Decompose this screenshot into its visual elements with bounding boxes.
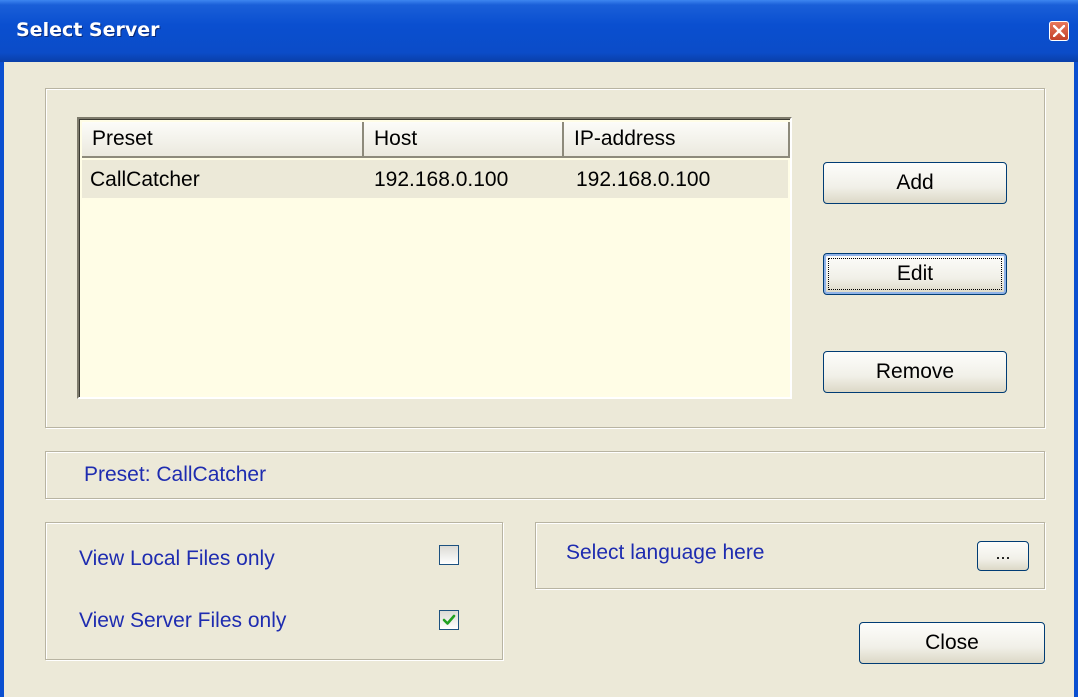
add-button-label: Add — [896, 171, 934, 194]
browse-language-button[interactable]: ... — [977, 541, 1029, 571]
column-header-ip-address[interactable]: IP-address — [564, 122, 790, 158]
view-server-files-checkbox[interactable] — [439, 610, 459, 630]
window-close-button[interactable] — [1049, 21, 1069, 41]
close-button[interactable]: Close — [859, 622, 1045, 664]
view-local-files-label: View Local Files only — [79, 547, 275, 570]
window-title: Select Server — [16, 19, 160, 41]
file-view-options-group — [45, 522, 503, 660]
browse-language-button-label: ... — [995, 543, 1011, 563]
close-button-label: Close — [925, 631, 979, 654]
list-header: Preset Host IP-address — [82, 122, 790, 158]
window-frame-left — [0, 62, 4, 697]
checkmark-icon — [442, 614, 456, 625]
view-local-files-checkbox[interactable] — [439, 545, 459, 565]
cell-preset: CallCatcher — [90, 168, 200, 191]
cell-host: 192.168.0.100 — [374, 168, 509, 191]
focus-rectangle — [828, 258, 1002, 290]
remove-button-label: Remove — [875, 360, 955, 383]
edit-button[interactable]: Edit — [823, 253, 1007, 295]
current-preset-label: Preset: CallCatcher — [84, 463, 267, 486]
add-button[interactable]: Add — [823, 162, 1007, 204]
remove-button[interactable]: Remove — [823, 351, 1007, 393]
table-row[interactable]: CallCatcher 192.168.0.100 192.168.0.100 — [82, 160, 788, 198]
cell-ip-address: 192.168.0.100 — [576, 168, 711, 191]
title-bar[interactable]: Select Server — [0, 0, 1078, 62]
window-frame-right — [1074, 62, 1078, 697]
column-header-host[interactable]: Host — [364, 122, 564, 158]
server-list[interactable]: Preset Host IP-address CallCatcher 192.1… — [77, 117, 792, 399]
column-header-preset[interactable]: Preset — [82, 122, 364, 158]
close-icon — [1053, 25, 1065, 37]
select-language-label: Select language here — [566, 541, 765, 564]
view-server-files-label: View Server Files only — [79, 609, 287, 632]
